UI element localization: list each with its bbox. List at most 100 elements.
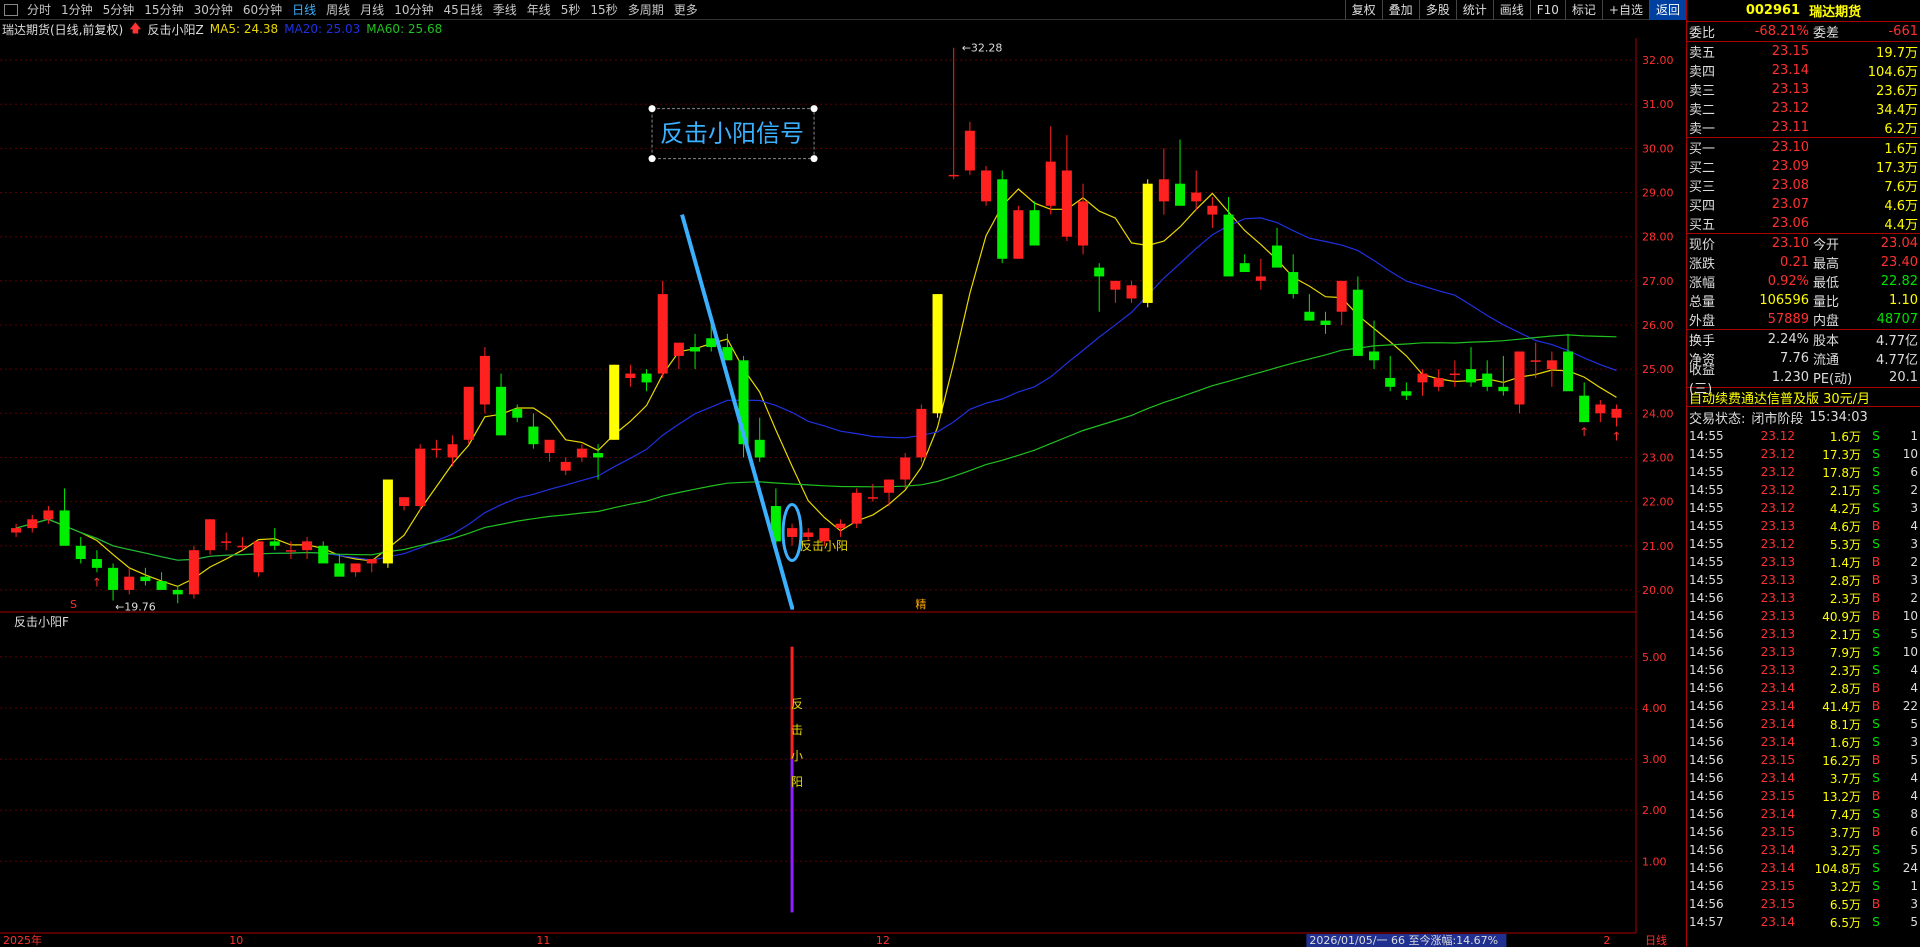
y-tick-label: 31.00 <box>1642 98 1674 111</box>
period-tab[interactable]: 分时 <box>22 1 56 18</box>
candle-body <box>1239 263 1250 273</box>
period-tab[interactable]: 15分钟 <box>139 1 188 18</box>
period-tab[interactable]: 45日线 <box>438 1 487 18</box>
tick-count: 10 <box>1902 447 1918 461</box>
tick-direction: B <box>1871 573 1881 587</box>
menu-icon[interactable] <box>4 3 18 16</box>
tick-direction: S <box>1872 717 1880 731</box>
tick-price: 23.13 <box>1760 609 1795 623</box>
level-label: 买五 <box>1689 218 1716 233</box>
level-price: 23.15 <box>1771 44 1809 59</box>
period-tab[interactable]: 日线 <box>287 1 321 18</box>
handle-dot[interactable] <box>648 155 656 163</box>
y-tick-label: 26.00 <box>1642 319 1674 332</box>
tick-volume: 6.5万 <box>1829 915 1861 930</box>
tick-direction: S <box>1872 735 1880 749</box>
tick-time: 14:56 <box>1689 879 1724 893</box>
period-tab[interactable]: 季线 <box>488 1 522 18</box>
candle-body <box>27 519 38 529</box>
tick-row: 14:56 23.14 2.8万 B 4 <box>1687 679 1920 697</box>
tool-button[interactable]: +自选 <box>1601 0 1649 20</box>
candle-body <box>124 576 135 590</box>
candle-body <box>253 541 264 573</box>
candle-body <box>641 373 652 383</box>
quote-header: 002961 瑞达期货 <box>1687 0 1920 22</box>
tool-button[interactable]: 返回 <box>1648 0 1686 20</box>
stat-value: 57889 <box>1767 312 1809 327</box>
period-tab[interactable]: 5秒 <box>556 1 586 18</box>
tick-volume: 1.4万 <box>1829 555 1861 570</box>
tick-count: 5 <box>1910 753 1918 767</box>
period-tab[interactable]: 15秒 <box>585 1 622 18</box>
weibi-row: 委比 -68.21% 委差 -661 <box>1687 22 1920 41</box>
period-tab[interactable]: 10分钟 <box>389 1 438 18</box>
candle-body <box>787 528 798 537</box>
low-label: ←19.76 <box>115 601 156 614</box>
tick-price: 23.13 <box>1760 573 1795 587</box>
candle-body <box>690 347 701 352</box>
indicator-name[interactable]: 反击小阳Z <box>148 21 204 38</box>
candle-body <box>851 492 862 524</box>
tool-button[interactable]: 统计 <box>1455 0 1493 20</box>
period-tab[interactable]: 多周期 <box>623 1 669 18</box>
tick-time: 14:56 <box>1689 807 1724 821</box>
tick-count: 10 <box>1902 645 1918 659</box>
tool-button[interactable]: 叠加 <box>1381 0 1419 20</box>
candle-body <box>269 541 280 546</box>
tick-volume: 104.8万 <box>1814 861 1861 876</box>
level-price: 23.08 <box>1771 178 1809 193</box>
tick-direction: B <box>1871 789 1881 803</box>
tick-volume: 41.4万 <box>1822 699 1861 714</box>
level-label: 卖三 <box>1689 84 1716 99</box>
period-tab[interactable]: 60分钟 <box>238 1 287 18</box>
handle-dot[interactable] <box>810 155 818 163</box>
sub-signal-char: 反 <box>791 697 803 711</box>
stat-label: 现价 <box>1689 238 1716 253</box>
stat-value: 7.76 <box>1780 351 1809 366</box>
handle-dot[interactable] <box>648 105 656 113</box>
tick-list[interactable]: 14:55 23.12 1.6万 S 1 14:55 23.12 17.3万 S 10 14:55 2… <box>1687 427 1920 931</box>
kline-chart[interactable]: 32.0031.0030.0029.0028.0027.0026.0025.00… <box>0 38 1686 947</box>
period-tab[interactable]: 30分钟 <box>189 1 238 18</box>
stat-label: 内盘 <box>1813 314 1840 329</box>
period-tab[interactable]: 月线 <box>355 1 389 18</box>
period-tab[interactable]: 5分钟 <box>98 1 140 18</box>
handle-dot[interactable] <box>810 105 818 113</box>
period-tab[interactable]: 年线 <box>522 1 556 18</box>
tick-volume: 1.6万 <box>1829 735 1861 750</box>
tool-button[interactable]: 标记 <box>1564 0 1602 20</box>
level-label: 买二 <box>1689 161 1716 176</box>
candle-body <box>205 519 216 551</box>
candle-body <box>334 563 345 577</box>
tick-price: 23.13 <box>1760 591 1795 605</box>
period-tab[interactable]: 1分钟 <box>56 1 98 18</box>
tool-button[interactable]: 画线 <box>1492 0 1530 20</box>
y-tick-label: 25.00 <box>1642 363 1674 376</box>
candle-body <box>1142 183 1153 303</box>
candle-body <box>560 461 571 471</box>
tick-row: 14:55 23.12 4.2万 S 3 <box>1687 499 1920 517</box>
x-tick-label: 2025年 <box>3 933 42 947</box>
level-price: 23.11 <box>1771 120 1809 135</box>
tick-time: 14:56 <box>1689 843 1724 857</box>
quote-stats: 现价 23.10 今开 23.04 涨跌 0.21 最高 23.40 涨幅 0.92% 最低 22.8… <box>1687 233 1920 329</box>
y-tick-label: 28.00 <box>1642 231 1674 244</box>
tool-button[interactable]: F10 <box>1529 0 1565 20</box>
candle-body <box>1223 214 1234 277</box>
candle-body <box>1514 351 1525 405</box>
tick-time: 14:55 <box>1689 573 1724 587</box>
sub-indicator-name[interactable]: 反击小阳F <box>14 615 69 629</box>
stat-label: 收益(三) <box>1689 362 1716 397</box>
tick-row: 14:56 23.13 7.9万 S 10 <box>1687 643 1920 661</box>
candle-body <box>1126 285 1137 299</box>
tool-button[interactable]: 复权 <box>1344 0 1382 20</box>
candle-body <box>11 528 22 533</box>
tool-button[interactable]: 多股 <box>1418 0 1456 20</box>
tick-count: 3 <box>1910 537 1918 551</box>
tick-price: 23.13 <box>1760 663 1795 677</box>
tick-row: 14:55 23.12 17.3万 S 10 <box>1687 445 1920 463</box>
candle-body <box>1595 404 1606 414</box>
period-tab[interactable]: 周线 <box>321 1 355 18</box>
period-tab[interactable]: 更多 <box>669 1 703 18</box>
level-price: 23.13 <box>1771 82 1809 97</box>
